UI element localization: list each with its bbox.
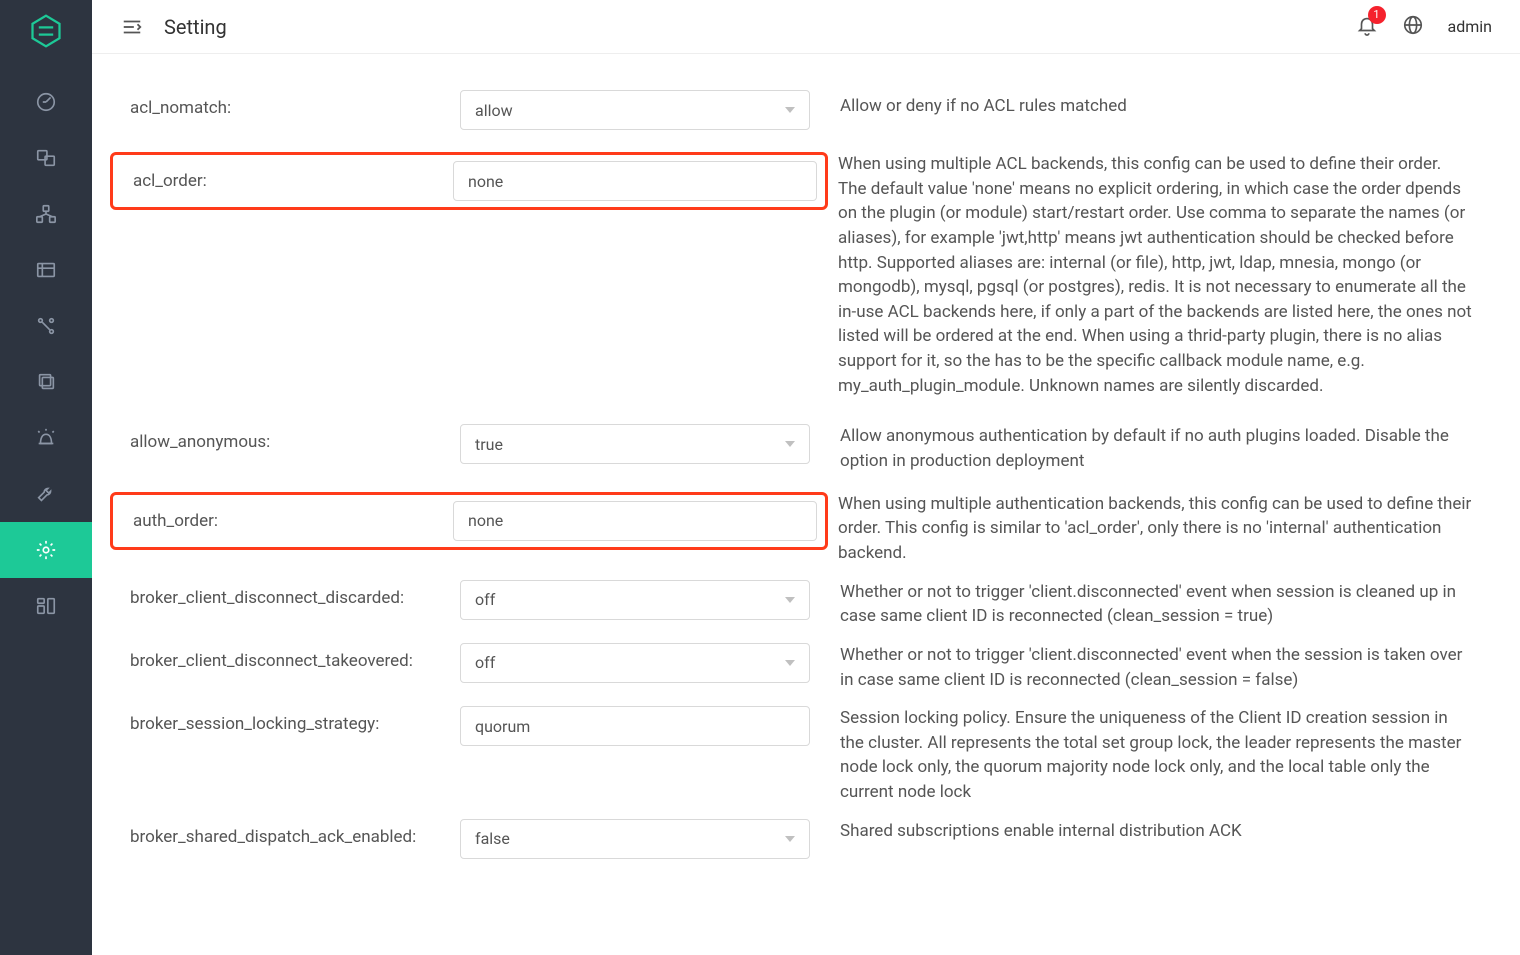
- nav-topics[interactable]: [0, 186, 92, 242]
- label-auth-order: auth_order:: [133, 511, 218, 531]
- label-allow-anonymous: allow_anonymous:: [130, 432, 270, 452]
- desc-allow-anonymous: Allow anonymous authentication by defaul…: [840, 424, 1472, 473]
- setting-row-shared-dispatch: broker_shared_dispatch_ack_enabled: fals…: [120, 819, 1492, 859]
- select-broker-takeovered[interactable]: off: [460, 643, 810, 683]
- highlight-auth-order: auth_order: none: [110, 492, 828, 550]
- nav-resources[interactable]: [0, 354, 92, 410]
- desc-locking-strategy: Session locking policy. Ensure the uniqu…: [840, 706, 1472, 805]
- setting-row-broker-discarded: broker_client_disconnect_discarded: off …: [120, 580, 1492, 633]
- sidebar: [0, 0, 92, 955]
- label-acl-nomatch: acl_nomatch:: [130, 98, 231, 118]
- page-title: Setting: [164, 15, 227, 39]
- setting-row-acl-order: acl_order: none When using multiple ACL …: [120, 152, 1492, 402]
- setting-row-auth-order: auth_order: none When using multiple aut…: [120, 492, 1492, 570]
- desc-acl-order: When using multiple ACL backends, this c…: [838, 152, 1472, 398]
- input-acl-order[interactable]: none: [453, 161, 817, 201]
- settings-content: acl_nomatch: allow Allow or deny if no A…: [92, 54, 1520, 955]
- label-acl-order: acl_order:: [133, 171, 207, 191]
- desc-broker-discarded: Whether or not to trigger 'client.discon…: [840, 580, 1472, 629]
- nav-rules[interactable]: [0, 298, 92, 354]
- notification-bell[interactable]: 1: [1356, 14, 1378, 40]
- label-shared-dispatch: broker_shared_dispatch_ack_enabled:: [130, 827, 416, 847]
- select-broker-discarded[interactable]: off: [460, 580, 810, 620]
- select-acl-nomatch[interactable]: allow: [460, 90, 810, 130]
- nav-monitor[interactable]: [0, 74, 92, 130]
- highlight-acl-order: acl_order: none: [110, 152, 828, 210]
- setting-row-broker-takeovered: broker_client_disconnect_takeovered: off…: [120, 643, 1492, 696]
- desc-broker-takeovered: Whether or not to trigger 'client.discon…: [840, 643, 1472, 692]
- select-shared-dispatch[interactable]: false: [460, 819, 810, 859]
- label-locking-strategy: broker_session_locking_strategy:: [130, 714, 379, 734]
- label-broker-discarded: broker_client_disconnect_discarded:: [130, 588, 404, 608]
- language-icon[interactable]: [1402, 14, 1424, 40]
- app-logo[interactable]: [27, 12, 65, 50]
- nav-alerts[interactable]: [0, 410, 92, 466]
- desc-shared-dispatch: Shared subscriptions enable internal dis…: [840, 819, 1472, 844]
- input-auth-order[interactable]: none: [453, 501, 817, 541]
- notification-badge: 1: [1368, 6, 1386, 24]
- menu-toggle-icon[interactable]: [120, 15, 144, 39]
- username-link[interactable]: admin: [1448, 17, 1492, 36]
- nav-tools[interactable]: [0, 466, 92, 522]
- label-broker-takeovered: broker_client_disconnect_takeovered:: [130, 651, 413, 671]
- setting-row-locking-strategy: broker_session_locking_strategy: quorum …: [120, 706, 1492, 809]
- setting-row-allow-anonymous: allow_anonymous: true Allow anonymous au…: [120, 424, 1492, 477]
- nav-subscriptions[interactable]: [0, 242, 92, 298]
- input-locking-strategy[interactable]: quorum: [460, 706, 810, 746]
- nav-settings[interactable]: [0, 522, 92, 578]
- nav-clients[interactable]: [0, 130, 92, 186]
- nav-general[interactable]: [0, 578, 92, 634]
- desc-auth-order: When using multiple authentication backe…: [838, 492, 1472, 566]
- topbar: Setting 1 admin: [92, 0, 1520, 54]
- main-area: Setting 1 admin acl_nomatch: allow: [92, 0, 1520, 955]
- select-allow-anonymous[interactable]: true: [460, 424, 810, 464]
- desc-acl-nomatch: Allow or deny if no ACL rules matched: [840, 94, 1472, 119]
- setting-row-acl-nomatch: acl_nomatch: allow Allow or deny if no A…: [120, 90, 1492, 130]
